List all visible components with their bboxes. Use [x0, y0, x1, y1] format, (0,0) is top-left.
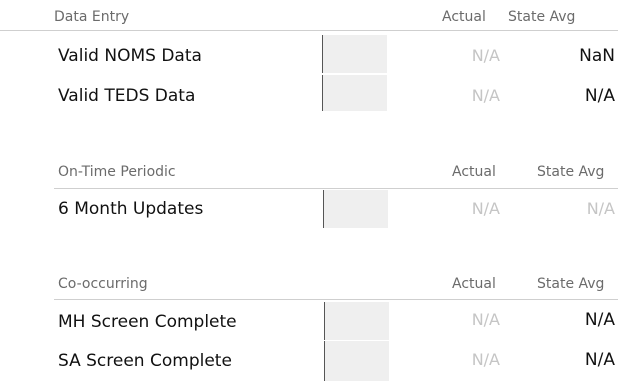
actual-bar — [324, 341, 389, 381]
row-label: 6 Month Updates — [58, 199, 204, 219]
state-avg-value: N/A — [586, 199, 615, 218]
actual-bar — [322, 75, 387, 111]
actual-value: N/A — [471, 86, 500, 105]
section-divider — [54, 299, 618, 300]
actual-value: N/A — [471, 310, 500, 329]
actual-bar — [324, 302, 389, 340]
column-header-state-avg: State Avg — [537, 164, 605, 180]
section-title: Co-occurring — [58, 276, 148, 292]
actual-bar — [322, 35, 387, 73]
row-label: MH Screen Complete — [58, 312, 237, 332]
actual-value: N/A — [471, 199, 500, 218]
actual-bar — [323, 190, 388, 228]
row-label: Valid TEDS Data — [58, 86, 196, 106]
section-divider — [54, 188, 618, 189]
row-label: SA Screen Complete — [58, 351, 232, 371]
section-divider — [0, 30, 618, 31]
state-avg-value: N/A — [584, 86, 615, 106]
actual-value: N/A — [471, 46, 500, 65]
state-avg-value: NaN — [579, 46, 615, 66]
row-label: Valid NOMS Data — [58, 46, 202, 66]
state-avg-value: N/A — [584, 310, 615, 330]
actual-value: N/A — [471, 350, 500, 369]
column-header-actual: Actual — [442, 9, 486, 25]
state-avg-value: N/A — [584, 350, 615, 370]
column-header-state-avg: State Avg — [537, 276, 605, 292]
column-header-state-avg: State Avg — [508, 9, 576, 25]
section-title: On-Time Periodic — [58, 164, 176, 180]
column-header-actual: Actual — [452, 164, 496, 180]
column-header-actual: Actual — [452, 276, 496, 292]
section-title: Data Entry — [54, 9, 130, 25]
